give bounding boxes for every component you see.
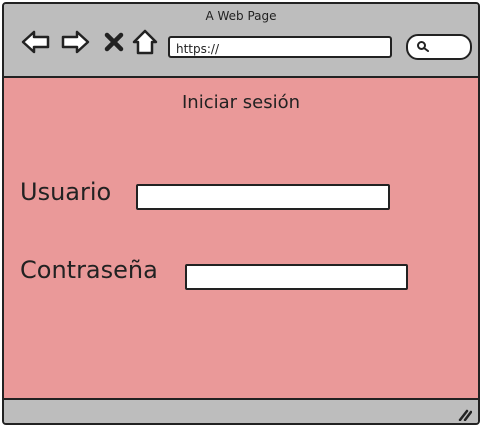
password-input[interactable] bbox=[187, 266, 406, 288]
status-bar bbox=[4, 398, 478, 423]
forward-arrow-icon bbox=[61, 30, 90, 54]
username-label: Usuario bbox=[20, 178, 112, 206]
search-button[interactable] bbox=[406, 34, 472, 60]
search-icon bbox=[417, 41, 429, 52]
password-label: Contraseña bbox=[20, 256, 158, 284]
username-input[interactable] bbox=[138, 186, 388, 208]
back-button[interactable] bbox=[20, 26, 52, 58]
window-title: A Web Page bbox=[205, 9, 277, 23]
browser-window: A Web Page https:// Iniciar sesión Usuar… bbox=[2, 2, 480, 425]
browser-toolbar: A Web Page bbox=[4, 4, 478, 78]
stop-button[interactable] bbox=[98, 26, 130, 58]
back-arrow-icon bbox=[21, 30, 50, 54]
resize-grip-icon[interactable] bbox=[456, 407, 472, 421]
home-icon bbox=[132, 29, 158, 55]
address-input[interactable] bbox=[170, 40, 390, 58]
page-title: Iniciar sesión bbox=[181, 92, 301, 113]
address-bar[interactable] bbox=[168, 36, 392, 58]
page-content: Iniciar sesión Usuario Contraseña bbox=[4, 78, 478, 398]
home-button[interactable] bbox=[129, 26, 161, 58]
password-field[interactable] bbox=[185, 264, 408, 290]
username-field[interactable] bbox=[136, 184, 390, 210]
close-icon bbox=[104, 32, 124, 52]
forward-button[interactable] bbox=[59, 26, 91, 58]
